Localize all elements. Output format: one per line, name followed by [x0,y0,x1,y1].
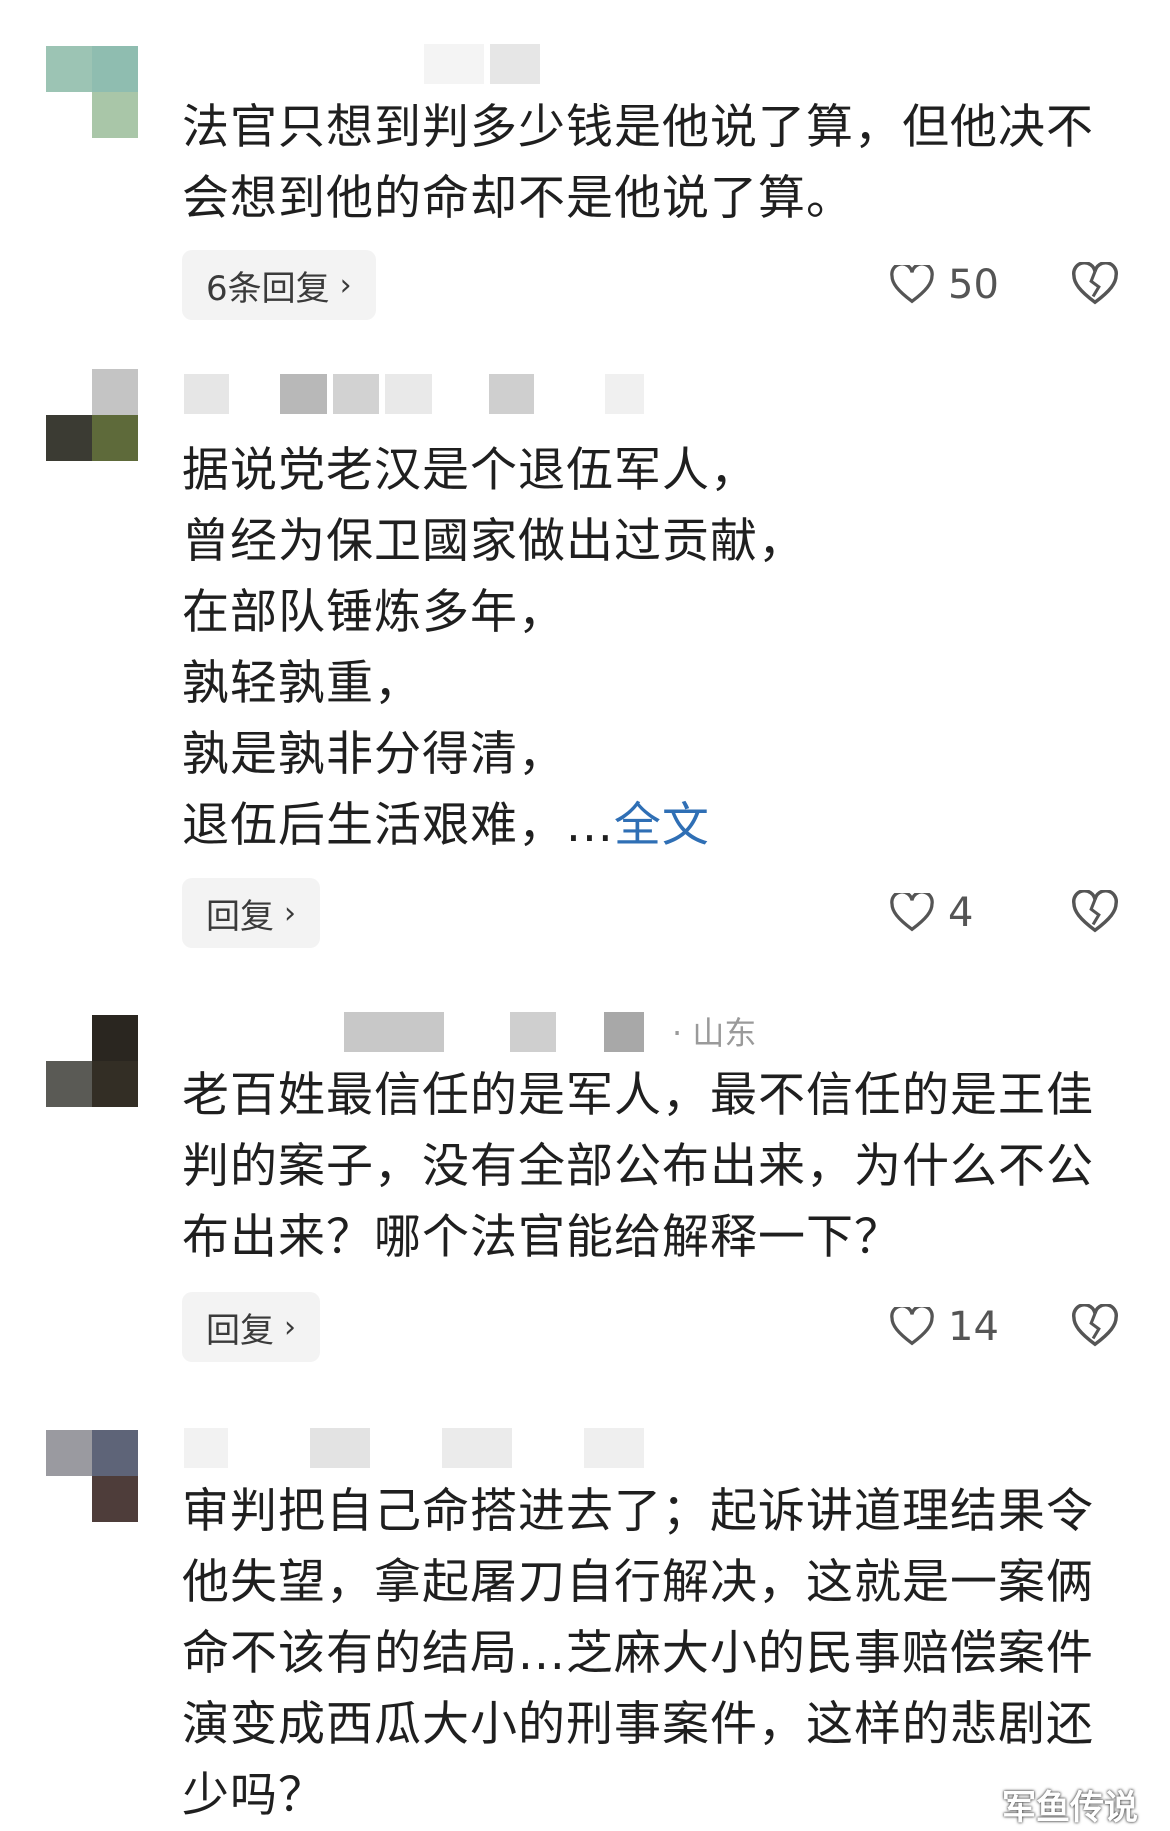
reply-label: 回复 [206,1310,274,1351]
like-count: 50 [948,262,999,308]
comment-text: 审判把自己命搭进去了；起诉讲道理结果令他失望，拿起屠刀自行解决，这就是一案俩命不… [182,1484,1094,1823]
chevron-right-icon: › [339,267,352,303]
location-label: · 山东 [672,1014,757,1052]
avatar[interactable] [46,369,138,461]
reply-button[interactable]: 回复 › [182,878,320,948]
username-blurred[interactable] [184,1012,644,1052]
reply-button[interactable]: 6条回复 › [182,250,376,320]
watermark: 军鱼传说 [1002,1788,1138,1828]
like-button[interactable]: 4 [890,878,973,948]
reply-label: 回复 [206,896,274,937]
username-blurred[interactable] [184,1428,644,1468]
heart-outline-icon [890,893,934,932]
like-count: 14 [948,1304,999,1350]
like-count: 4 [948,890,974,936]
reply-button[interactable]: 回复 › [182,1292,320,1362]
ellipsis: ... [566,798,614,853]
comment-text-body: 据说党老汉是个退伍军人， 曾经为保卫國家做出过贡献， 在部队锤炼多年， 孰轻孰重… [182,443,806,853]
comment-text: 法官只想到判多少钱是他说了算，但他决不会想到他的命却不是他说了算。 [182,100,1094,226]
chevron-right-icon: › [284,895,296,931]
broken-heart-icon[interactable] [1072,890,1118,936]
comment-text: 据说党老汉是个退伍军人， 曾经为保卫國家做出过贡献， 在部队锤炼多年， 孰轻孰重… [182,435,1122,861]
username-blurred[interactable] [184,44,644,84]
username-blurred[interactable] [184,374,644,414]
reply-label: 6条回复 [206,268,330,309]
broken-heart-icon[interactable] [1072,1304,1118,1350]
avatar[interactable] [46,1015,138,1107]
heart-outline-icon [890,265,934,304]
like-button[interactable]: 50 [890,250,999,320]
avatar[interactable] [46,46,138,138]
like-button[interactable]: 14 [890,1292,999,1362]
heart-outline-icon [890,1307,934,1346]
broken-heart-icon[interactable] [1072,262,1118,308]
avatar[interactable] [46,1430,138,1522]
comment-text: 老百姓最信任的是军人，最不信任的是王佳判的案子，没有全部公布出来，为什么不公布出… [182,1068,1094,1265]
full-text-link[interactable]: 全文 [614,798,710,853]
chevron-right-icon: › [284,1309,296,1345]
